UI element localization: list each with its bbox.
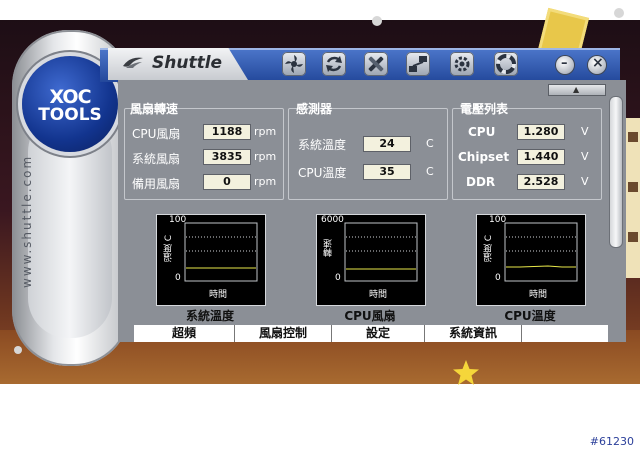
chart-plot-frame [344, 222, 418, 282]
chart-plot-frame [504, 222, 578, 282]
brand-name: Shuttle [152, 53, 223, 73]
system-temp-label: 系統溫度 [298, 138, 347, 152]
cpu-fan-value: 1188 [203, 124, 251, 140]
film-hole [628, 132, 638, 142]
chart-y-min: 0 [495, 273, 501, 283]
sensor-group [288, 108, 448, 200]
chart-y-max: 100 [489, 215, 507, 225]
chipset-voltage-value: 1.440 [517, 149, 565, 165]
system-temp-chart: 100 0 溫度 C 時間 [156, 214, 266, 306]
scroll-up-button[interactable]: ▲ [548, 84, 606, 96]
tab-settings[interactable]: 設定 [332, 325, 425, 342]
bottom-tab-bar: 超頻 風扇控制 設定 系統資訊 [134, 325, 608, 342]
system-temp-unit: C [426, 137, 434, 150]
sensor-title: 感測器 [296, 102, 333, 116]
tab-empty [522, 325, 608, 342]
system-temp-chart-caption: 系統溫度 [185, 309, 234, 323]
refresh-icon[interactable] [322, 52, 346, 76]
chart-x-label: 時間 [209, 290, 228, 300]
minimize-icon: – [561, 56, 568, 71]
cpu-fan-unit: rpm [254, 125, 277, 138]
chart-plot-frame [184, 222, 258, 282]
cpu-voltage-unit: V [581, 125, 589, 138]
cpu-fan-label: CPU風扇 [132, 127, 181, 141]
cpu-temp-chart: 100 0 溫度 C 時間 [476, 214, 586, 306]
chart-y-label: 轉速 [324, 239, 334, 257]
logo-line2: TOOLS [38, 105, 102, 125]
ddr-voltage-label: DDR [466, 175, 496, 189]
star-decoration [453, 360, 479, 385]
fan-speed-title: 風扇轉速 [130, 102, 179, 116]
cpu-voltage-label: CPU [468, 125, 496, 139]
chipset-voltage-unit: V [581, 150, 589, 163]
shuttle-logo-icon [123, 57, 143, 68]
decor-dot [614, 8, 624, 18]
cpu-voltage-value: 1.280 [517, 124, 565, 140]
ddr-voltage-value: 2.528 [517, 174, 565, 190]
chipset-voltage-label: Chipset [458, 150, 510, 164]
cpu-temp-value: 35 [363, 164, 411, 180]
minimize-button[interactable]: – [556, 56, 574, 74]
image-watermark: #61230 [589, 435, 634, 448]
backup-fan-unit: rpm [254, 175, 277, 188]
brand-url: www.shuttle.com [20, 154, 34, 288]
system-fan-unit: rpm [254, 150, 277, 163]
film-hole [628, 232, 638, 242]
tab-fan-control[interactable]: 風扇控制 [235, 325, 332, 342]
voltage-title: 電壓列表 [460, 102, 509, 116]
vertical-scrollbar[interactable] [609, 96, 623, 248]
ddr-voltage-unit: V [581, 175, 589, 188]
fan-icon[interactable] [282, 52, 306, 76]
chart-y-label: 溫度 C [164, 235, 174, 263]
film-hole [628, 182, 638, 192]
tools-icon[interactable] [364, 52, 388, 76]
cpu-temp-unit: C [426, 165, 434, 178]
tab-system-info[interactable]: 系統資訊 [425, 325, 522, 342]
chart-trend-line [506, 265, 576, 268]
chart-y-min: 0 [175, 273, 181, 283]
top-white-band [0, 0, 640, 20]
system-temp-value: 24 [363, 136, 411, 152]
cpu-fan-chart-caption: CPU風扇 [344, 309, 396, 323]
chart-y-max: 100 [169, 215, 187, 225]
decor-dot [372, 16, 382, 26]
close-icon: × [592, 55, 604, 71]
network-icon[interactable] [406, 52, 430, 76]
tab-overclock[interactable]: 超頻 [134, 325, 235, 342]
chart-x-label: 時間 [529, 290, 548, 300]
chart-y-label: 溫度 C [484, 235, 494, 263]
cpu-temp-label: CPU溫度 [298, 166, 347, 180]
close-button[interactable]: × [588, 55, 606, 74]
chart-y-min: 0 [335, 273, 341, 283]
system-fan-label: 系統風扇 [132, 152, 181, 166]
lifebuoy-icon[interactable] [494, 52, 518, 76]
cpu-temp-chart-caption: CPU溫度 [504, 309, 556, 323]
chart-y-max: 6000 [321, 215, 344, 225]
cpu-fan-chart: 6000 0 轉速 時間 [316, 214, 426, 306]
backup-fan-label: 備用風扇 [132, 177, 181, 191]
arrow-up-icon: ▲ [573, 85, 580, 94]
system-fan-value: 3835 [203, 149, 251, 165]
backup-fan-value: 0 [203, 174, 251, 190]
decor-dot [14, 346, 22, 354]
chart-x-label: 時間 [369, 290, 388, 300]
settings-icon[interactable] [450, 52, 474, 76]
